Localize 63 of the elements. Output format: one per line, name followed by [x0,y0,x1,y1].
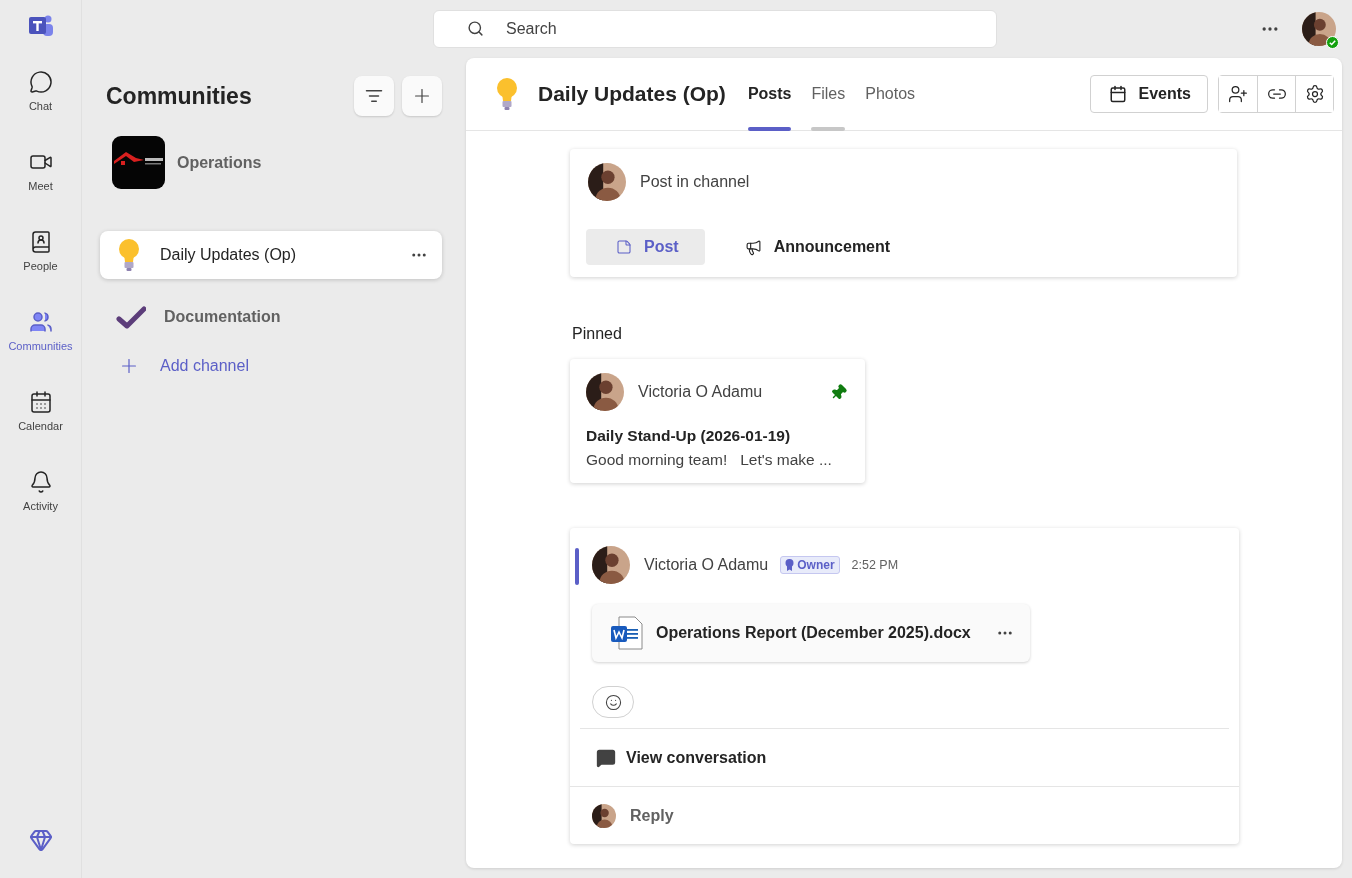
add-person-icon [1228,84,1248,104]
check-mark-icon [116,305,146,329]
avatar [592,546,630,584]
unread-bar [575,548,579,585]
bell-icon [28,470,53,494]
author-name: Victoria O Adamu [644,556,769,574]
nav-item[interactable]: Communities [2,310,79,352]
post-preview: Good morning team! Let's make ... [586,451,832,469]
chat-icon [28,70,53,94]
settings-button[interactable] [1295,76,1333,112]
filter-button[interactable] [354,76,394,116]
add-channel-link[interactable]: Add channel [100,355,442,377]
ribbon-icon [785,559,795,571]
search-icon [467,20,484,37]
nav-item[interactable]: Calendar [2,390,79,432]
avatar [588,163,626,201]
section-heading: Pinned [572,325,623,343]
diamond-icon[interactable] [28,828,53,852]
document-icon [610,616,644,650]
nav-item[interactable]: Meet [2,150,79,192]
speech-bubble-icon [596,747,616,768]
file-name: Operations Report (December 2025).docx [656,624,972,642]
owner-badge: Owner [780,556,840,574]
megaphone-icon [744,238,762,256]
light-bulb-icon [494,77,520,111]
filter-icon [365,87,383,105]
tab[interactable]: Photos [865,58,916,131]
settings-icon [1304,84,1325,104]
channel-item[interactable]: Documentation [100,293,442,341]
add-button[interactable] [402,76,442,116]
tab[interactable]: Files [811,58,846,131]
file-attachment[interactable]: Operations Report (December 2025).docx [592,604,1030,662]
author-name: Victoria O Adamu [638,383,763,401]
nav-item[interactable]: Chat [2,70,79,112]
community-name[interactable]: Operations [177,153,262,172]
avatar [592,803,616,828]
calendar-icon [28,390,53,414]
post-title: Daily Stand-Up (2026-01-19) [586,427,792,445]
calendar-icon [1108,85,1127,103]
nav-item[interactable]: Activity [2,470,79,512]
avatar [1302,12,1336,46]
nav-item[interactable]: People [2,230,79,272]
note-icon [616,239,632,255]
pinned-post-card[interactable]: Victoria O Adamu Daily Stand-Up (2026-01-19) Good morning team! Let's make ... [570,359,865,483]
add-reaction-button[interactable] [592,686,634,718]
tab[interactable]: Posts [747,58,792,131]
avatar [586,373,624,411]
post-type-button[interactable]: Announcement [714,229,917,265]
post-type-button[interactable]: Post [586,229,705,265]
community-logo [112,136,165,189]
events-button[interactable]: Events [1089,75,1208,113]
checkmark-badge-icon [1326,36,1339,49]
light-bulb-icon [116,238,142,272]
view-conversation-link[interactable]: View conversation [580,728,1229,786]
search-field[interactable]: Search [433,10,997,48]
people-group-icon [28,310,53,334]
smiley-icon [604,693,622,711]
channel-title: Daily Updates (Op) [538,82,726,106]
app-logo-icon[interactable] [27,14,54,38]
channel-item[interactable]: Daily Updates (Op) [100,231,442,279]
timestamp: 2:52 PM [851,558,899,572]
reply-row[interactable]: Reply [570,786,1239,844]
sidebar-title: Communities [106,82,253,110]
